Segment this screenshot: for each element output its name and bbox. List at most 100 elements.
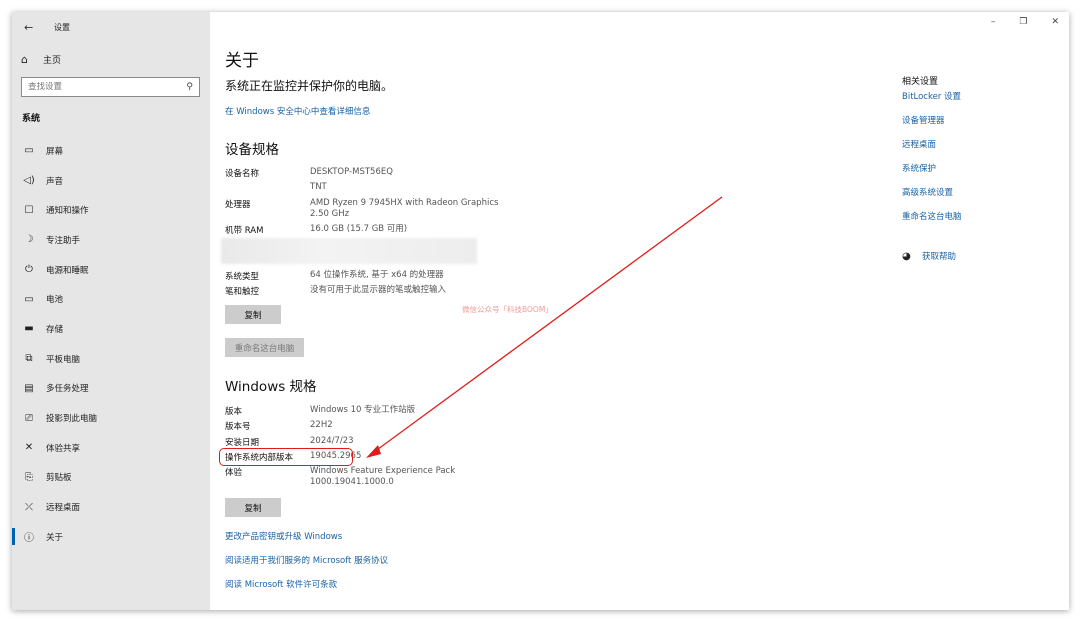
device-specs-title: 设备规格: [225, 142, 279, 158]
spec-value-install-date: 2024/7/23: [310, 436, 354, 446]
project-icon: ⎚: [25, 412, 33, 424]
sidebar-item-notifications[interactable]: ☐ 通知和操作: [12, 195, 210, 225]
notification-icon: ☐: [24, 204, 34, 216]
windows-specs-title: Windows 规格: [225, 379, 317, 395]
info-icon: ⓘ: [24, 533, 34, 545]
spec-value-processor-speed: 2.50 GHz: [310, 209, 350, 219]
sidebar-item-label: 体验共享: [46, 443, 81, 454]
related-link-device-manager[interactable]: 设备管理器: [902, 114, 945, 126]
sidebar-item-label: 关于: [46, 532, 64, 543]
sidebar-item-label: 远程桌面: [46, 503, 81, 514]
sidebar-nav: ▭ 屏幕 ◁) 声音 ☐ 通知和操作 ☽ 专注助手 ⏻ 电源和睡眠 ▭ 电池 ▬ 存储 ⧉ 平板…: [12, 136, 210, 552]
power-icon: ⏻: [25, 264, 33, 276]
search-box[interactable]: ⚲: [21, 77, 200, 97]
sidebar-item-sound[interactable]: ◁) 声音: [12, 166, 210, 196]
maximize-button[interactable]: ❐: [1019, 17, 1027, 27]
app-title: 设置: [54, 22, 70, 32]
sidebar-item-label: 投影到此电脑: [46, 414, 98, 425]
sidebar-item-label: 多任务处理: [46, 384, 89, 395]
back-arrow-icon[interactable]: ←: [24, 21, 38, 34]
sidebar-item-display[interactable]: ▭ 屏幕: [12, 136, 210, 166]
sidebar-item-multitasking[interactable]: ▤ 多任务处理: [12, 374, 210, 404]
help-chat-icon: ◕: [902, 250, 911, 262]
spec-label-version: 版本号: [225, 422, 251, 432]
spec-label-processor: 处理器: [225, 200, 251, 210]
tablet-icon: ⧉: [25, 353, 33, 365]
spec-label-ram: 机带 RAM: [225, 226, 264, 236]
search-input[interactable]: [28, 82, 178, 92]
sidebar-item-shared-experiences[interactable]: ✕ 体验共享: [12, 433, 210, 463]
os-build-highlight: [219, 448, 353, 466]
spec-label-system-type: 系统类型: [225, 272, 260, 282]
sidebar-item-label: 电池: [46, 295, 64, 306]
sidebar-item-tablet[interactable]: ⧉ 平板电脑: [12, 344, 210, 374]
related-link-bitlocker[interactable]: BitLocker 设置: [902, 90, 961, 102]
section-label: 系统: [22, 114, 41, 124]
sidebar-item-label: 屏幕: [46, 146, 64, 157]
sidebar-item-focus-assist[interactable]: ☽ 专注助手: [12, 225, 210, 255]
services-agreement-link[interactable]: 阅读适用于我们服务的 Microsoft 服务协议: [225, 554, 388, 566]
license-terms-link[interactable]: 阅读 Microsoft 软件许可条款: [225, 578, 337, 590]
monitor-icon: ▭: [24, 145, 34, 157]
related-settings-title: 相关设置: [902, 77, 939, 87]
change-product-key-link[interactable]: 更改产品密钥或升级 Windows: [225, 530, 342, 542]
sidebar: ← 设置 ⌂ 主页 ⚲ 系统 ▭ 屏幕 ◁) 声音 ☐ 通知和操作 ☽ 专注助手 ⏻ 电源…: [12, 12, 210, 610]
related-link-advanced-settings[interactable]: 高级系统设置: [902, 186, 953, 198]
sidebar-item-clipboard[interactable]: ⎘ 剪贴板: [12, 463, 210, 493]
sidebar-item-label: 存储: [46, 324, 64, 335]
sidebar-item-about[interactable]: ⓘ 关于: [12, 522, 210, 552]
sidebar-item-battery[interactable]: ▭ 电池: [12, 284, 210, 314]
spec-value-edition: Windows 10 专业工作站版: [310, 405, 416, 415]
get-help-label: 获取帮助: [922, 252, 957, 262]
sidebar-item-label: 专注助手: [46, 235, 81, 246]
home-label: 主页: [43, 55, 62, 66]
spec-value-device-name: DESKTOP-MST56EQ: [310, 167, 393, 177]
spec-value-device-name-2: TNT: [310, 182, 327, 192]
related-settings: 相关设置 BitLocker 设置 设备管理器 远程桌面 系统保护 高级系统设置…: [902, 74, 962, 222]
battery-icon: ▭: [24, 293, 34, 305]
get-help-link[interactable]: ◕ 获取帮助: [902, 250, 957, 263]
sidebar-item-storage[interactable]: ▬ 存储: [12, 314, 210, 344]
main-content: – ❐ ✕ 关于 系统正在监控并保护你的电脑。 在 Windows 安全中心中查…: [210, 12, 1069, 610]
storage-icon: ▬: [24, 323, 34, 335]
sidebar-item-remote-desktop[interactable]: ⤫ 远程桌面: [12, 492, 210, 522]
related-link-rename-pc[interactable]: 重命名这台电脑: [902, 210, 962, 222]
moon-icon: ☽: [24, 234, 34, 246]
spec-value-pen-touch: 没有可用于此显示器的笔或触控输入: [310, 285, 447, 295]
blurred-region: [221, 238, 477, 264]
spec-label-edition: 版本: [225, 407, 243, 417]
window-controls: – ❐ ✕: [991, 17, 1059, 27]
sidebar-item-label: 剪贴板: [46, 473, 72, 484]
related-link-remote-desktop[interactable]: 远程桌面: [902, 138, 936, 150]
home-icon: ⌂: [21, 52, 28, 66]
spec-value-ram: 16.0 GB (15.7 GB 可用): [310, 224, 408, 234]
spec-label-experience: 体验: [225, 468, 243, 478]
spec-label-device-name: 设备名称: [225, 169, 260, 179]
speaker-icon: ◁): [23, 175, 35, 187]
sidebar-item-label: 平板电脑: [46, 354, 81, 365]
copy-windows-specs-button[interactable]: 复制: [225, 498, 281, 517]
sidebar-item-power[interactable]: ⏻ 电源和睡眠: [12, 255, 210, 285]
rename-pc-button[interactable]: 重命名这台电脑: [225, 338, 304, 357]
minimize-button[interactable]: –: [991, 17, 996, 27]
home-link[interactable]: ⌂ 主页: [21, 50, 61, 68]
security-center-link[interactable]: 在 Windows 安全中心中查看详细信息: [225, 105, 370, 117]
sidebar-item-projecting[interactable]: ⎚ 投影到此电脑: [12, 403, 210, 433]
spec-value-version: 22H2: [310, 420, 333, 430]
share-icon: ✕: [24, 442, 34, 454]
remote-desktop-icon: ⤫: [25, 501, 33, 513]
related-link-system-protection[interactable]: 系统保护: [902, 162, 936, 174]
multitask-icon: ▤: [24, 382, 34, 394]
page-title: 关于: [225, 51, 259, 71]
copy-device-specs-button[interactable]: 复制: [225, 305, 281, 324]
spec-value-experience-2: 1000.19041.1000.0: [310, 477, 394, 487]
search-icon[interactable]: ⚲: [186, 82, 193, 92]
spec-value-processor: AMD Ryzen 9 7945HX with Radeon Graphics: [310, 198, 499, 208]
settings-window: ← 设置 ⌂ 主页 ⚲ 系统 ▭ 屏幕 ◁) 声音 ☐ 通知和操作 ☽ 专注助手 ⏻ 电源…: [12, 12, 1069, 610]
spec-label-pen-touch: 笔和触控: [225, 287, 260, 297]
spec-label-install-date: 安装日期: [225, 438, 260, 448]
close-button[interactable]: ✕: [1051, 17, 1059, 27]
protection-status: 系统正在监控并保护你的电脑。: [225, 79, 394, 93]
title-bar: ← 设置: [24, 18, 70, 36]
watermark-text: 微信公众号「科技BOOM」: [462, 305, 553, 314]
